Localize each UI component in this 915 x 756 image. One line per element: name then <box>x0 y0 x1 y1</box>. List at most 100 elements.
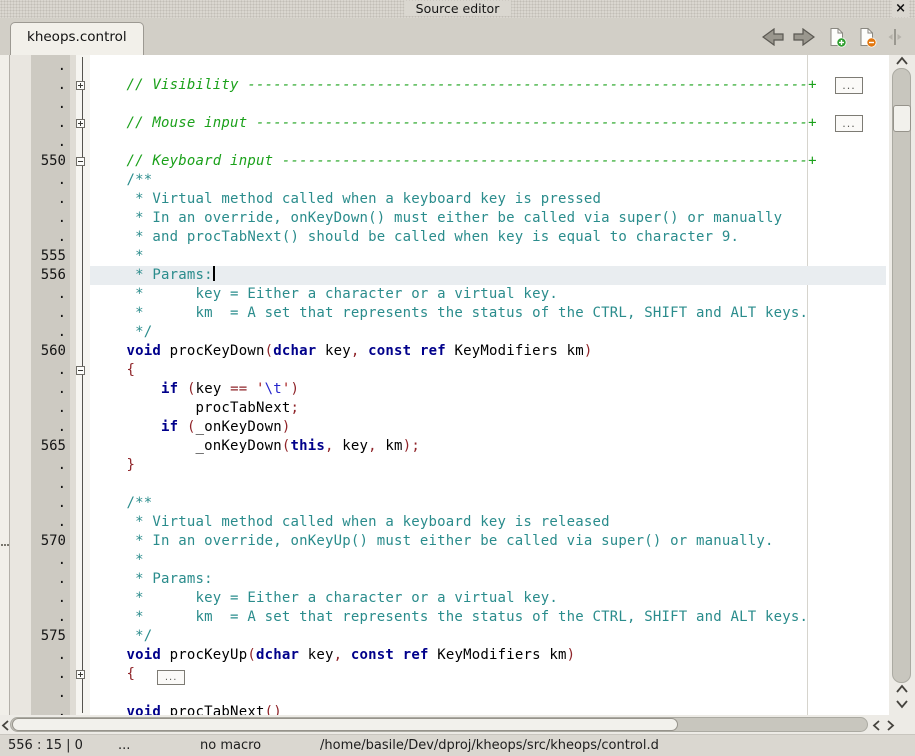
code-text: _onKeyDown(this, key, km); <box>90 437 886 456</box>
split-view-button[interactable] <box>882 24 908 50</box>
code-line[interactable]: . if (_onKeyDown) <box>0 418 886 437</box>
code-text: void procKeyUp(dchar key, const ref KeyM… <box>90 646 886 665</box>
new-document-icon <box>828 27 847 48</box>
line-dot: . <box>0 380 70 399</box>
fold-margin-cell[interactable] <box>70 157 90 166</box>
horizontal-scrollbar[interactable] <box>0 715 915 734</box>
fold-margin-cell[interactable] <box>70 81 90 90</box>
scroll-right-icon[interactable] <box>886 719 896 732</box>
tab-kheops-control[interactable]: kheops.control <box>10 22 144 55</box>
code-line[interactable]: . // Visibility ------------------------… <box>0 76 886 95</box>
scroll-up-icon[interactable] <box>895 56 909 67</box>
scroll-up-secondary-icon[interactable] <box>895 684 909 695</box>
code-line[interactable]: . * <box>0 551 886 570</box>
code-line[interactable]: 555 * <box>0 247 886 266</box>
window-title: Source editor <box>404 1 512 16</box>
code-line[interactable]: . // Mouse input -----------------------… <box>0 114 886 133</box>
line-number: 575 <box>0 627 70 646</box>
code-line[interactable]: . /** <box>0 171 886 190</box>
fold-margin-cell[interactable] <box>70 119 90 128</box>
fold-margin-cell[interactable] <box>70 670 90 679</box>
collapsed-fold-box[interactable]: ... <box>157 670 185 685</box>
code-text: */ <box>90 323 886 342</box>
line-dot: . <box>0 304 70 323</box>
code-line[interactable]: . <box>0 95 886 114</box>
code-line[interactable]: . * and procTabNext() should be called w… <box>0 228 886 247</box>
code-line[interactable]: . * Virtual method called when a keyboar… <box>0 513 886 532</box>
code-text: * Params: <box>90 266 886 285</box>
collapsed-fold-box[interactable]: ... <box>835 77 863 94</box>
tab-strip: kheops.control <box>0 18 915 55</box>
go-back-button[interactable] <box>760 24 786 50</box>
code-text: */ <box>90 627 886 646</box>
code-line[interactable]: . <box>0 57 886 76</box>
code-editor[interactable]: .. // Visibility -----------------------… <box>0 55 915 715</box>
code-line[interactable]: . * Virtual method called when a keyboar… <box>0 190 886 209</box>
close-icon[interactable]: × <box>892 0 909 17</box>
line-dot: . <box>0 665 70 684</box>
scroll-left-icon[interactable] <box>0 719 10 732</box>
status-dots: ... <box>118 738 130 753</box>
code-line[interactable]: . * km = A set that represents the statu… <box>0 608 886 627</box>
new-document-button[interactable] <box>824 24 850 50</box>
code-line[interactable]: . <box>0 133 886 152</box>
code-line[interactable]: 560 void procKeyDown(dchar key, const re… <box>0 342 886 361</box>
line-dot: . <box>0 475 70 494</box>
macro-status: no macro <box>200 738 261 753</box>
code-line[interactable]: . * km = A set that represents the statu… <box>0 304 886 323</box>
code-line[interactable]: . /** <box>0 494 886 513</box>
fold-expand-icon[interactable] <box>76 670 85 679</box>
line-dot: . <box>0 285 70 304</box>
fold-expand-icon[interactable] <box>76 119 85 128</box>
code-line[interactable]: . * key = Either a character or a virtua… <box>0 589 886 608</box>
line-number: 565 <box>0 437 70 456</box>
code-text: * <box>90 247 886 266</box>
code-line[interactable]: . void procKeyUp(dchar key, const ref Ke… <box>0 646 886 665</box>
code-text: // Visibility --------------------------… <box>90 76 886 95</box>
code-line[interactable]: . } <box>0 456 886 475</box>
line-dot: . <box>0 684 70 703</box>
vertical-scroll-thumb[interactable] <box>893 105 911 132</box>
code-line[interactable]: 556 * Params: <box>0 266 886 285</box>
fold-margin-cell[interactable] <box>70 366 90 375</box>
split-view-icon <box>886 27 904 47</box>
vertical-scroll-track[interactable] <box>892 68 911 683</box>
code-text: {... <box>90 665 886 685</box>
code-text: } <box>90 456 886 475</box>
scroll-down-icon[interactable] <box>895 698 909 709</box>
line-dot: . <box>0 95 70 114</box>
collapsed-fold-box[interactable]: ... <box>835 115 863 132</box>
fold-collapse-icon[interactable] <box>76 366 85 375</box>
code-line[interactable]: . * Params: <box>0 570 886 589</box>
fold-expand-icon[interactable] <box>76 81 85 90</box>
code-line[interactable]: . {... <box>0 665 886 684</box>
code-line[interactable]: . void procTabNext() <box>0 703 886 715</box>
code-line[interactable]: 575 */ <box>0 627 886 646</box>
line-dot: . <box>0 570 70 589</box>
line-dot: . <box>0 190 70 209</box>
code-line[interactable]: . <box>0 475 886 494</box>
back-arrow-icon <box>762 28 784 46</box>
horizontal-scroll-thumb[interactable] <box>12 718 678 731</box>
code-line[interactable]: . procTabNext; <box>0 399 886 418</box>
code-text: void procKeyDown(dchar key, const ref Ke… <box>90 342 886 361</box>
code-line[interactable]: 565 _onKeyDown(this, key, km); <box>0 437 886 456</box>
code-text: * Params: <box>90 570 886 589</box>
line-dot: . <box>0 551 70 570</box>
line-number: 555 <box>0 247 70 266</box>
code-line[interactable]: . { <box>0 361 886 380</box>
forward-arrow-icon <box>793 28 815 46</box>
close-document-button[interactable] <box>854 24 880 50</box>
scroll-left-secondary-icon[interactable] <box>871 719 881 732</box>
caret-position: 556 : 15 | 0 <box>8 738 83 753</box>
fold-collapse-icon[interactable] <box>76 157 85 166</box>
vertical-scrollbar[interactable] <box>889 55 915 715</box>
go-forward-button[interactable] <box>791 24 817 50</box>
code-line[interactable]: . */ <box>0 323 886 342</box>
code-line[interactable]: . if (key == '\t') <box>0 380 886 399</box>
code-line[interactable]: . * key = Either a character or a virtua… <box>0 285 886 304</box>
code-line[interactable]: 550 // Keyboard input ------------------… <box>0 152 886 171</box>
code-line[interactable]: 570 * In an override, onKeyUp() must eit… <box>0 532 886 551</box>
code-line[interactable]: . * In an override, onKeyDown() must eit… <box>0 209 886 228</box>
code-line[interactable]: . <box>0 684 886 703</box>
